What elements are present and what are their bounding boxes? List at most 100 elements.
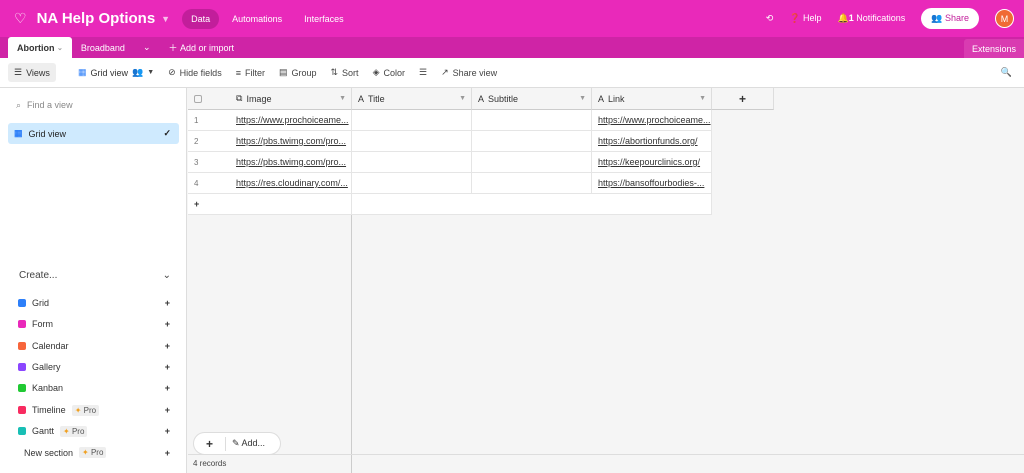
- avatar[interactable]: M: [995, 9, 1014, 28]
- row-number[interactable]: 2: [188, 131, 230, 152]
- cell-text[interactable]: https://www.prochoiceame...: [598, 115, 711, 125]
- create-grid[interactable]: Grid +: [18, 298, 170, 308]
- row-number[interactable]: 3: [188, 152, 230, 173]
- column-header-link[interactable]: A Link ▼: [592, 88, 712, 110]
- add-record-button[interactable]: +: [194, 436, 226, 451]
- sidebar-view-grid[interactable]: ▦ Grid view ✓: [8, 123, 179, 144]
- notifications-button[interactable]: 🔔1 Notifications: [837, 13, 905, 24]
- plus-icon[interactable]: +: [165, 383, 170, 393]
- cell-text[interactable]: https://abortionfunds.org/: [598, 136, 698, 146]
- row-height-button[interactable]: ☰: [419, 67, 427, 78]
- tab-broadband[interactable]: Broadband: [72, 37, 134, 58]
- pro-badge: ✦ Pro: [71, 404, 100, 416]
- add-label: Add...: [241, 438, 266, 448]
- nav-data[interactable]: Data: [182, 8, 220, 29]
- color-button[interactable]: ◈ Color: [373, 67, 405, 78]
- more-tabs-button[interactable]: ⌄: [134, 37, 160, 58]
- column-header-subtitle[interactable]: A Subtitle ▼: [472, 88, 592, 110]
- cell-image[interactable]: https://pbs.twimg.com/pro...: [230, 152, 352, 173]
- group-label: Group: [291, 67, 317, 78]
- plus-icon[interactable]: +: [165, 448, 170, 458]
- add-or-import-button[interactable]: ＋ Add or import: [159, 37, 243, 58]
- base-title[interactable]: NA Help Options: [37, 10, 156, 27]
- views-button[interactable]: ☰ Views: [8, 63, 56, 82]
- chevron-down-icon[interactable]: ▼: [459, 95, 466, 102]
- cell-subtitle[interactable]: [472, 152, 592, 173]
- plus-icon[interactable]: +: [165, 341, 170, 351]
- hide-fields-button[interactable]: ⊘ Hide fields: [168, 67, 222, 78]
- add-record-row[interactable]: [352, 194, 712, 215]
- create-section-header[interactable]: Create... ⌄: [19, 270, 171, 281]
- cell-link[interactable]: https://bansoffourbodies-...: [592, 173, 712, 194]
- group-button[interactable]: ▤ Group: [279, 67, 317, 78]
- tab-abortion[interactable]: Abortion ⌄: [8, 37, 72, 58]
- cell-link[interactable]: https://keepourclinics.org/: [592, 152, 712, 173]
- nav-interfaces[interactable]: Interfaces: [295, 9, 353, 29]
- cell-image[interactable]: https://res.cloudinary.com/...: [230, 173, 352, 194]
- cell-subtitle[interactable]: [472, 110, 592, 131]
- cell-title[interactable]: [352, 131, 472, 152]
- cell-text[interactable]: https://res.cloudinary.com/...: [236, 178, 348, 188]
- add-record-button[interactable]: +: [188, 194, 352, 215]
- cell-text[interactable]: https://www.prochoiceame...: [236, 115, 349, 125]
- extensions-button[interactable]: Extensions: [963, 39, 1024, 58]
- history-icon[interactable]: ⟲: [766, 13, 774, 24]
- search-icon[interactable]: 🔍: [1001, 67, 1012, 78]
- cell-subtitle[interactable]: [472, 131, 592, 152]
- filter-button[interactable]: ≡ Filter: [236, 68, 265, 78]
- cell-text[interactable]: https://bansoffourbodies-...: [598, 178, 704, 188]
- add-ai-button[interactable]: ✎ Add...: [226, 438, 265, 449]
- grid-icon: ▦: [77, 67, 87, 77]
- row-number[interactable]: 1: [188, 110, 230, 131]
- create-calendar[interactable]: Calendar +: [18, 341, 170, 351]
- sparkle-icon: ✦: [82, 448, 89, 458]
- share-button[interactable]: 👥 Share: [921, 8, 979, 29]
- create-timeline[interactable]: Timeline ✦ Pro +: [18, 404, 170, 416]
- cell-subtitle[interactable]: [472, 173, 592, 194]
- column-header-image[interactable]: ⧉ Image ▼: [230, 88, 352, 110]
- cell-title[interactable]: [352, 152, 472, 173]
- create-item-label: Kanban: [32, 383, 64, 394]
- cell-image[interactable]: https://pbs.twimg.com/pro...: [230, 131, 352, 152]
- cell-title[interactable]: [352, 173, 472, 194]
- column-label: Subtitle: [488, 93, 519, 104]
- sort-icon: ⇅: [330, 67, 339, 77]
- chevron-down-icon[interactable]: ▼: [339, 95, 346, 102]
- create-kanban[interactable]: Kanban +: [18, 383, 170, 393]
- sort-button[interactable]: ⇅ Sort: [331, 67, 359, 78]
- plus-icon[interactable]: +: [165, 298, 170, 308]
- plus-icon[interactable]: +: [165, 362, 170, 372]
- nav-automations[interactable]: Automations: [223, 9, 291, 29]
- help-button[interactable]: ❓ Help: [789, 13, 821, 24]
- row-number[interactable]: 4: [188, 173, 230, 194]
- create-item-label: Timeline: [32, 405, 66, 415]
- cell-link[interactable]: https://abortionfunds.org/: [592, 131, 712, 152]
- add-field-button[interactable]: +: [712, 88, 774, 110]
- cell-title[interactable]: [352, 110, 472, 131]
- attachment-icon: ⧉: [236, 93, 243, 103]
- plus-icon[interactable]: +: [165, 426, 170, 436]
- grid-view-switcher[interactable]: ▦ Grid view 👥 ▼: [78, 67, 154, 78]
- sparkle-icon: ✦: [63, 426, 70, 436]
- filter-icon: ≡: [235, 67, 241, 78]
- plus-icon[interactable]: +: [165, 319, 170, 329]
- create-gallery[interactable]: Gallery +: [18, 362, 170, 372]
- chevron-down-icon[interactable]: ⌄: [57, 44, 63, 52]
- create-new-section[interactable]: New section ✦ Pro +: [24, 447, 170, 459]
- cell-link[interactable]: https://www.prochoiceame...: [592, 110, 712, 131]
- create-gantt[interactable]: Gantt ✦ Pro +: [18, 425, 170, 437]
- cell-text[interactable]: https://pbs.twimg.com/pro...: [236, 157, 346, 167]
- cell-image[interactable]: https://www.prochoiceame...: [230, 110, 352, 131]
- select-all-checkbox[interactable]: [188, 88, 230, 110]
- column-header-title[interactable]: A Title ▼: [352, 88, 472, 110]
- find-view-input[interactable]: ⌕ Find a view: [16, 100, 73, 111]
- chevron-down-icon[interactable]: ▼: [699, 95, 706, 102]
- create-item-label: Gantt: [32, 426, 55, 437]
- cell-text[interactable]: https://pbs.twimg.com/pro...: [236, 136, 346, 146]
- share-view-button[interactable]: ↗ Share view: [441, 67, 497, 78]
- chevron-down-icon[interactable]: ▼: [161, 14, 170, 24]
- cell-text[interactable]: https://keepourclinics.org/: [598, 157, 700, 167]
- chevron-down-icon[interactable]: ▼: [579, 95, 586, 102]
- create-form[interactable]: Form +: [18, 319, 170, 329]
- plus-icon[interactable]: +: [165, 405, 170, 415]
